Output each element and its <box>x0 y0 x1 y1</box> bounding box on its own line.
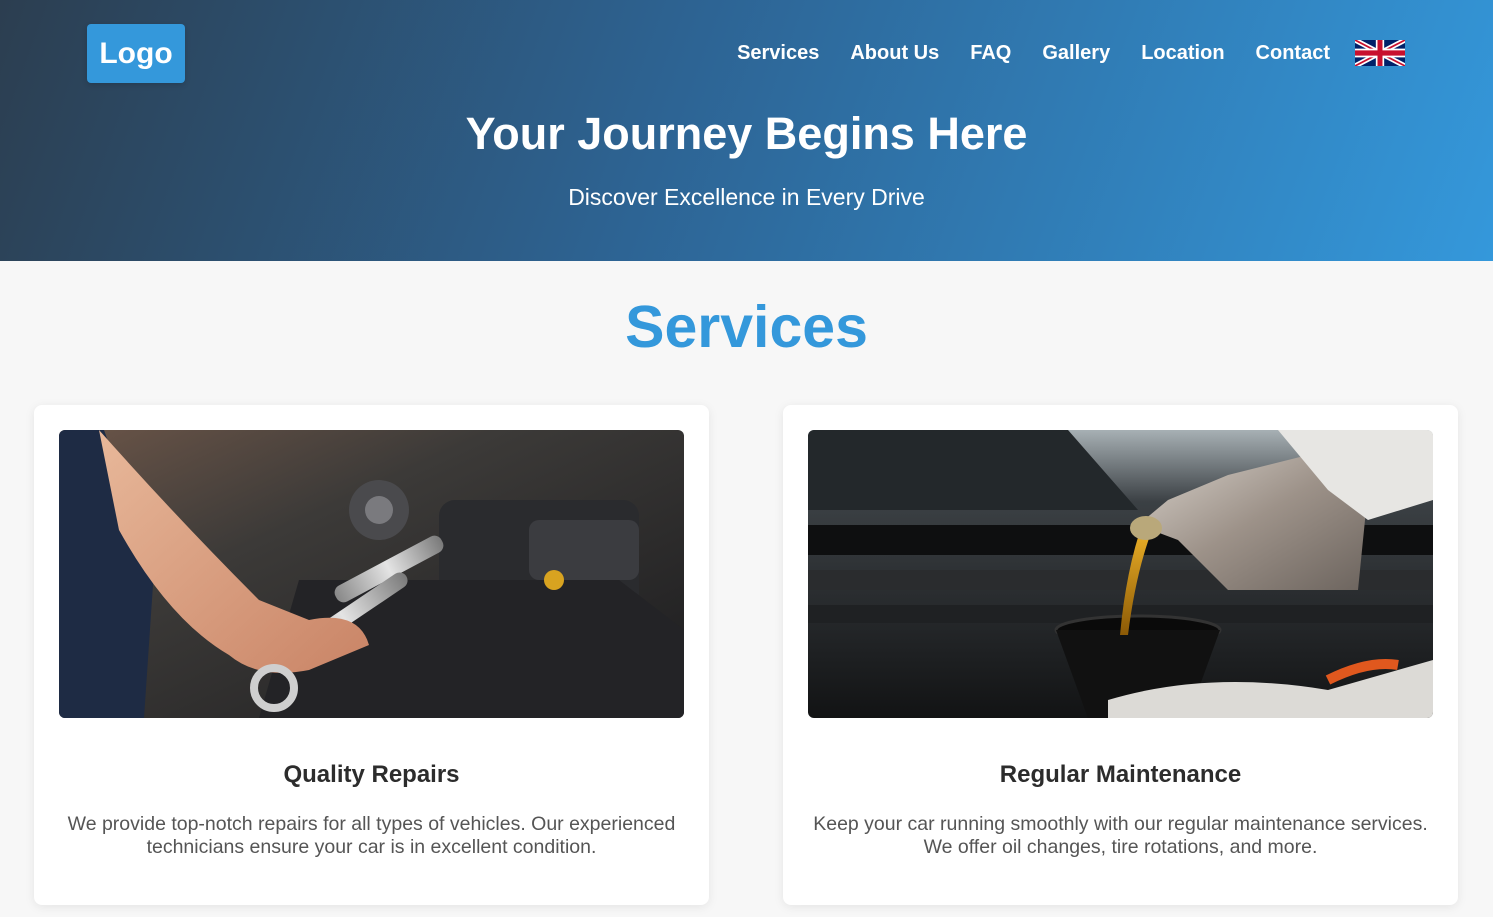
nav-link-location[interactable]: Location <box>1141 38 1224 68</box>
hero-header: Logo Services About Us FAQ Gallery Locat… <box>0 0 1493 261</box>
service-card-regular-maintenance: Regular Maintenance Keep your car runnin… <box>783 405 1458 905</box>
nav-link-gallery[interactable]: Gallery <box>1042 38 1110 68</box>
uk-flag-icon[interactable] <box>1355 40 1405 66</box>
hero-subtitle: Discover Excellence in Every Drive <box>568 184 925 210</box>
card-title: Quality Repairs <box>283 761 460 788</box>
service-card-quality-repairs: Quality Repairs We provide top-notch rep… <box>34 405 709 905</box>
hero-title: Your Journey Begins Here <box>465 108 1028 159</box>
nav-link-about-us[interactable]: About Us <box>850 38 939 68</box>
card-description: We provide top-notch repairs for all typ… <box>67 813 676 858</box>
card-description: Keep your car running smoothly with our … <box>813 813 1428 858</box>
nav-link-services[interactable]: Services <box>737 38 819 68</box>
card-title: Regular Maintenance <box>999 761 1242 788</box>
nav-link-faq[interactable]: FAQ <box>970 38 1011 68</box>
main-nav: Services About Us FAQ Gallery Location C… <box>737 38 1405 68</box>
nav-link-contact[interactable]: Contact <box>1256 38 1330 68</box>
logo[interactable]: Logo <box>87 24 185 83</box>
mechanic-wrench-engine-photo <box>59 430 684 718</box>
services-title: Services <box>625 294 868 360</box>
oil-pouring-engine-photo <box>808 430 1433 718</box>
